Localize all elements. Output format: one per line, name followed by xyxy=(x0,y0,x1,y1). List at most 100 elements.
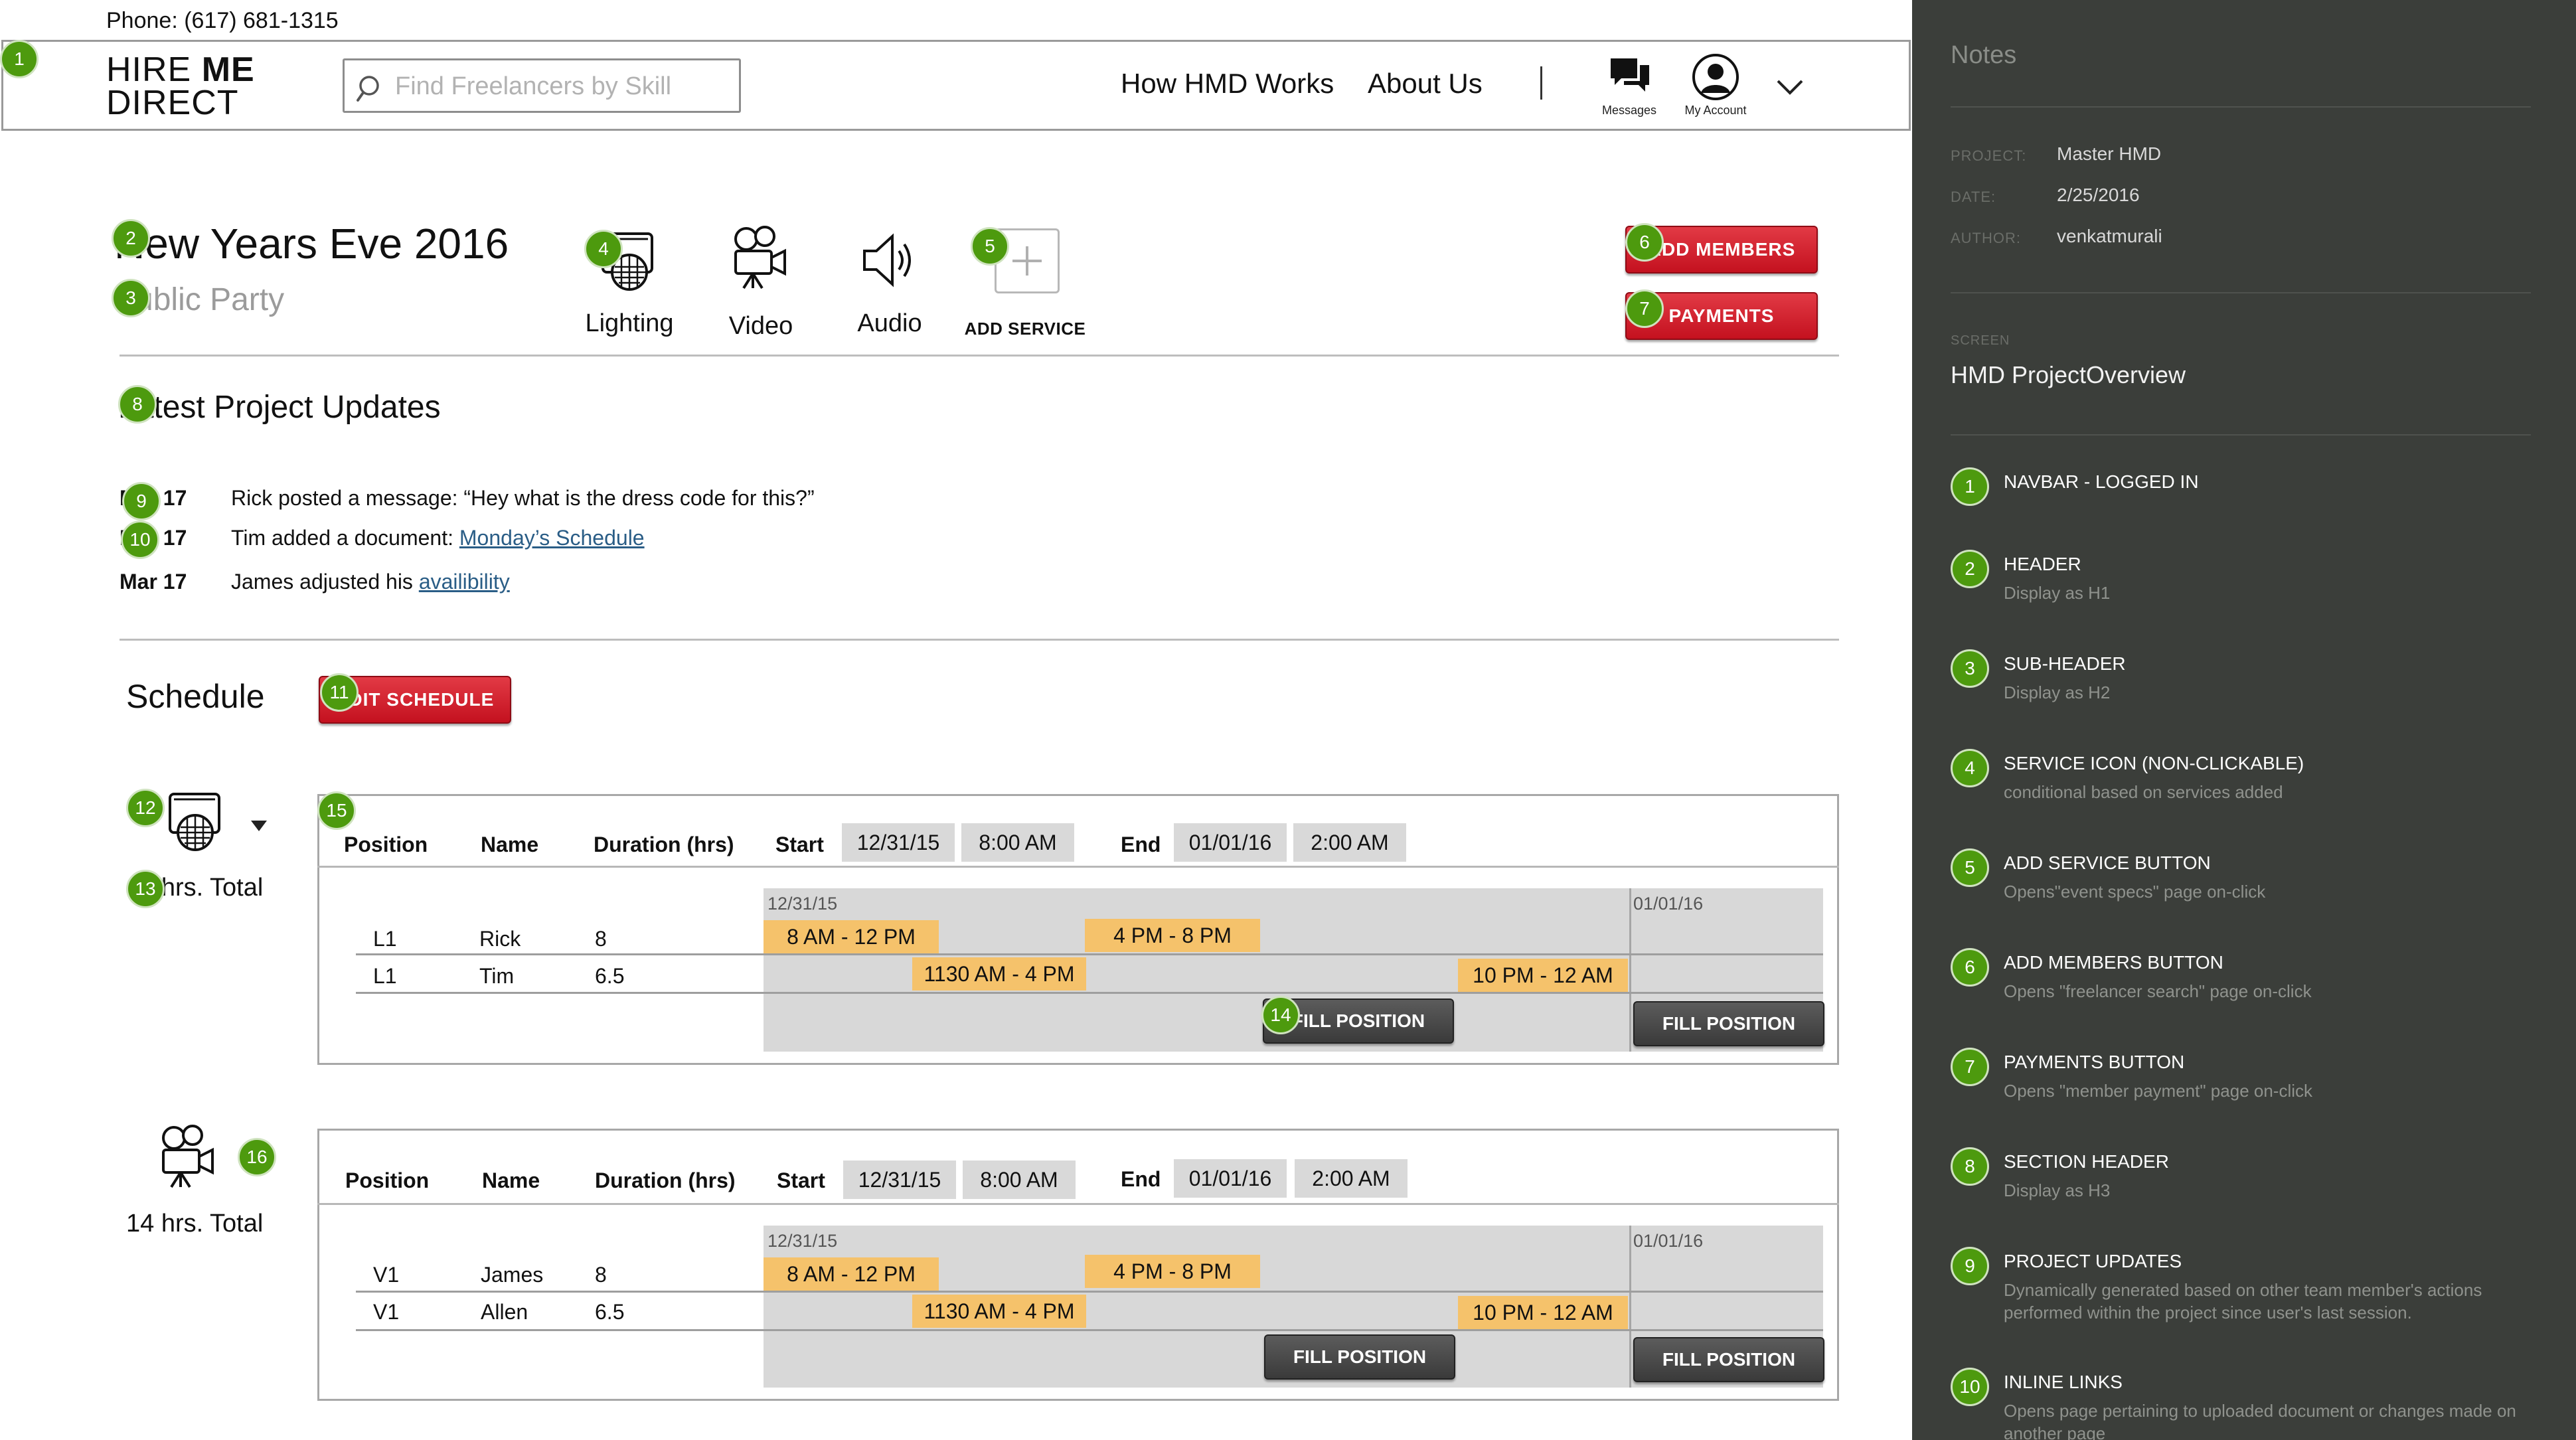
screen-label: SCREEN xyxy=(1951,333,2010,348)
update-text: Tim added a document: xyxy=(231,526,459,550)
row-position: V1 xyxy=(373,1300,400,1324)
annotation-badge: 8 xyxy=(118,385,157,424)
fill-position-button[interactable]: FILL POSITION xyxy=(1633,1001,1824,1046)
fill-position-button[interactable]: FILL POSITION xyxy=(1264,1334,1455,1380)
annotation-badge: 15 xyxy=(317,791,356,830)
update-item: Mar 17 Tim added a document: Monday’s Sc… xyxy=(120,526,1713,552)
end-date-field[interactable]: 01/01/16 xyxy=(1174,823,1287,862)
row-name: Allen xyxy=(481,1300,528,1324)
time-slot[interactable]: 10 PM - 12 AM xyxy=(1458,959,1628,992)
update-date: Mar 17 xyxy=(120,570,187,594)
time-slot[interactable]: 8 AM - 12 PM xyxy=(764,1257,939,1291)
note-title: PAYMENTS BUTTON xyxy=(2004,1052,2185,1072)
column-header-position: Position xyxy=(345,1168,430,1192)
row-divider xyxy=(356,1291,1823,1293)
time-slot[interactable]: 4 PM - 8 PM xyxy=(1085,919,1260,952)
note-title: SERVICE ICON (NON-CLICKABLE) xyxy=(2004,753,2304,773)
annotation-badge: 6 xyxy=(1625,223,1664,262)
row-duration: 6.5 xyxy=(595,964,625,988)
annotation-badge: 14 xyxy=(1261,996,1300,1034)
messages-button[interactable]: Messages xyxy=(1589,52,1669,125)
start-date-field[interactable]: 12/31/15 xyxy=(843,1160,956,1199)
row-duration: 8 xyxy=(595,1263,607,1287)
annotation-badge: 7 xyxy=(1625,289,1664,328)
chevron-down-icon[interactable] xyxy=(1775,78,1805,97)
note-title: HEADER xyxy=(2004,554,2081,574)
nav-link-how-hmd-works[interactable]: How HMD Works xyxy=(1121,68,1334,100)
notes-title: Notes xyxy=(1951,41,2017,69)
annotation-badge: 2 xyxy=(112,219,150,258)
search-icon xyxy=(357,76,379,102)
end-time-field[interactable]: 2:00 AM xyxy=(1295,1159,1408,1198)
end-label: End xyxy=(1121,1167,1161,1191)
service-label-audio: Audio xyxy=(857,309,922,337)
screen-name: HMD ProjectOverview xyxy=(1951,361,2186,388)
annotation-badge: 4 xyxy=(584,230,623,268)
row-divider xyxy=(356,953,1823,955)
lighting-icon xyxy=(169,793,220,851)
time-slot[interactable]: 8 AM - 12 PM xyxy=(764,920,939,953)
search-input[interactable] xyxy=(395,67,727,106)
note-badge: 9 xyxy=(1951,1247,1989,1285)
time-slot[interactable]: 1130 AM - 4 PM xyxy=(912,957,1086,991)
column-header-name: Name xyxy=(482,1168,540,1192)
note-badge: 1 xyxy=(1951,467,1989,506)
timeline-day-divider xyxy=(1629,888,1631,1052)
timeline-end-date: 01/01/16 xyxy=(1633,894,1704,914)
phone-number: Phone: (617) 681-1315 xyxy=(106,8,339,33)
nav-link-about-us[interactable]: About Us xyxy=(1368,68,1483,100)
dropdown-caret-icon[interactable] xyxy=(250,819,268,833)
start-time-field[interactable]: 8:00 AM xyxy=(961,823,1074,862)
update-link-availability[interactable]: availibility xyxy=(419,570,510,594)
column-header-duration: Duration (hrs) xyxy=(594,833,734,856)
add-service-label[interactable]: ADD SERVICE xyxy=(952,319,1098,339)
meta-value-project: Master HMD xyxy=(2057,143,2162,164)
meta-value-author: venkatmurali xyxy=(2057,226,2162,246)
account-avatar-icon xyxy=(1692,54,1739,100)
note-badge: 7 xyxy=(1951,1048,1989,1086)
note-description: Opens "freelancer search" page on-click xyxy=(2004,981,2312,1001)
timeline-start-date: 12/31/15 xyxy=(767,1231,838,1251)
row-position: L1 xyxy=(373,964,397,988)
note-description: Display as H2 xyxy=(2004,682,2111,702)
annotation-badge: 5 xyxy=(971,227,1009,266)
start-date-field[interactable]: 12/31/15 xyxy=(842,823,955,862)
timeline-end-date: 01/01/16 xyxy=(1633,1231,1704,1251)
annotation-badge: 16 xyxy=(238,1138,276,1176)
end-time-field[interactable]: 2:00 AM xyxy=(1293,823,1406,862)
start-label: Start xyxy=(775,833,824,856)
notes-panel: Notes PROJECT: Master HMD DATE: 2/25/201… xyxy=(1912,0,2576,1440)
timeline-start-date: 12/31/15 xyxy=(767,894,838,914)
note-description: Display as H1 xyxy=(2004,583,2111,603)
logo[interactable]: HIRE ME DIRECT xyxy=(106,52,255,122)
note-description: Opens"event specs" page on-click xyxy=(2004,882,2266,902)
row-duration: 8 xyxy=(595,927,607,951)
logo-text-direct: DIRECT xyxy=(106,84,239,122)
my-account-button[interactable]: My Account xyxy=(1676,52,1755,125)
video-camera-icon xyxy=(162,1125,214,1188)
note-badge: 3 xyxy=(1951,649,1989,688)
meta-key-date: DATE: xyxy=(1951,189,1996,205)
fill-position-button[interactable]: FILL POSITION xyxy=(1633,1337,1824,1382)
row-position: V1 xyxy=(373,1263,400,1287)
note-description: Opens "member payment" page on-click xyxy=(2004,1081,2313,1101)
meta-value-date: 2/25/2016 xyxy=(2057,185,2140,205)
time-slot[interactable]: 4 PM - 8 PM xyxy=(1085,1255,1260,1288)
time-slot[interactable]: 10 PM - 12 AM xyxy=(1458,1296,1628,1329)
annotation-badge: 3 xyxy=(112,279,150,317)
search-bar[interactable] xyxy=(343,58,741,113)
notes-divider xyxy=(1951,434,2531,436)
account-label: My Account xyxy=(1684,104,1747,117)
start-time-field[interactable]: 8:00 AM xyxy=(963,1160,1076,1199)
end-date-field[interactable]: 01/01/16 xyxy=(1174,1159,1287,1198)
service-total-hours: 14 hrs. Total xyxy=(126,1210,264,1238)
update-link-document[interactable]: Monday’s Schedule xyxy=(459,526,645,550)
time-slot[interactable]: 1130 AM - 4 PM xyxy=(912,1295,1086,1328)
note-title: SUB-HEADER xyxy=(2004,653,2126,674)
video-camera-icon xyxy=(734,226,786,289)
column-header-name: Name xyxy=(481,833,539,856)
note-title: SECTION HEADER xyxy=(2004,1151,2169,1172)
main-canvas: Phone: (617) 681-1315 HIRE ME DIRECT How… xyxy=(0,0,1912,1440)
column-header-duration: Duration (hrs) xyxy=(595,1168,736,1192)
note-title: ADD MEMBERS BUTTON xyxy=(2004,952,2223,973)
